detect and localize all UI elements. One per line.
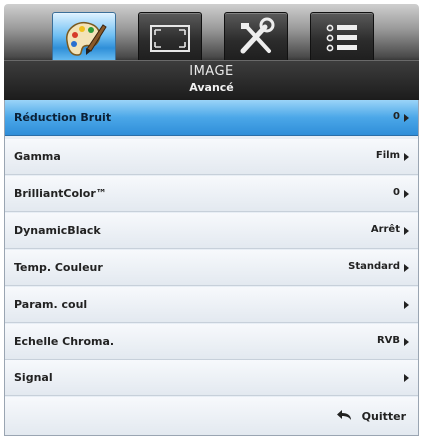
return-arrow-icon xyxy=(337,410,351,420)
menu-item-label: Signal xyxy=(14,371,53,384)
tools-icon xyxy=(240,17,275,54)
menu-item-gamma[interactable]: Gamma Film xyxy=(5,139,418,175)
menu-item-value: RVB xyxy=(376,335,400,346)
menu-item-color-settings[interactable]: Param. coul xyxy=(5,287,418,323)
menu-item-label: Param. coul xyxy=(14,298,88,311)
menu-item-label: BrilliantColor™ xyxy=(14,187,107,200)
menu-item-color-temp[interactable]: Temp. Couleur Standard xyxy=(5,250,418,286)
menu-item-label: Réduction Bruit xyxy=(14,111,112,124)
menu-item-signal[interactable]: Signal xyxy=(5,360,418,396)
osd-menu: IMAGE Avancé Réduction Bruit 0 Gamma Fil… xyxy=(0,0,423,440)
menu-item-label: Temp. Couleur xyxy=(14,261,103,274)
menu-item-value: 0 xyxy=(393,187,400,198)
chevron-right-icon xyxy=(404,301,409,309)
screen-expand-icon xyxy=(150,25,190,52)
menu-subtitle: Avancé xyxy=(189,81,234,94)
exit-button[interactable]: Quitter xyxy=(362,410,406,423)
menu-item-value: Arrêt xyxy=(370,224,400,235)
menu-item-label: Echelle Chroma. xyxy=(14,335,115,348)
tab-bar xyxy=(4,4,419,66)
menu-title: IMAGE xyxy=(189,64,234,79)
exit-row[interactable]: Quitter xyxy=(5,397,418,435)
menu-item-brilliantcolor[interactable]: BrilliantColor™ 0 xyxy=(5,176,418,212)
menu-item-color-space[interactable]: Echelle Chroma. RVB xyxy=(5,324,418,360)
chevron-right-icon xyxy=(404,190,409,198)
menu-item-value: Film xyxy=(375,150,400,161)
menu-item-label: DynamicBlack xyxy=(14,224,101,237)
chevron-right-icon xyxy=(404,374,409,382)
tab-display[interactable] xyxy=(138,12,202,64)
chevron-right-icon xyxy=(404,264,409,272)
chevron-right-icon xyxy=(404,153,409,161)
tab-options[interactable] xyxy=(310,12,374,64)
list-icon xyxy=(326,24,357,52)
menu-item-dynamicblack[interactable]: DynamicBlack Arrêt xyxy=(5,213,418,249)
menu-item-value: 0 xyxy=(393,111,400,122)
chevron-right-icon xyxy=(404,338,409,346)
menu-item-label: Gamma xyxy=(14,150,61,163)
tab-image[interactable] xyxy=(52,12,116,64)
menu-header: IMAGE Avancé xyxy=(4,60,419,101)
palette-icon xyxy=(66,21,107,56)
chevron-right-icon xyxy=(404,227,409,235)
menu-list: Réduction Bruit 0 Gamma Film BrilliantCo… xyxy=(4,100,419,436)
chevron-right-icon xyxy=(404,114,409,122)
tab-settings[interactable] xyxy=(224,12,288,64)
menu-item-noise-reduction[interactable]: Réduction Bruit 0 xyxy=(5,100,418,136)
menu-item-value: Standard xyxy=(348,261,400,272)
